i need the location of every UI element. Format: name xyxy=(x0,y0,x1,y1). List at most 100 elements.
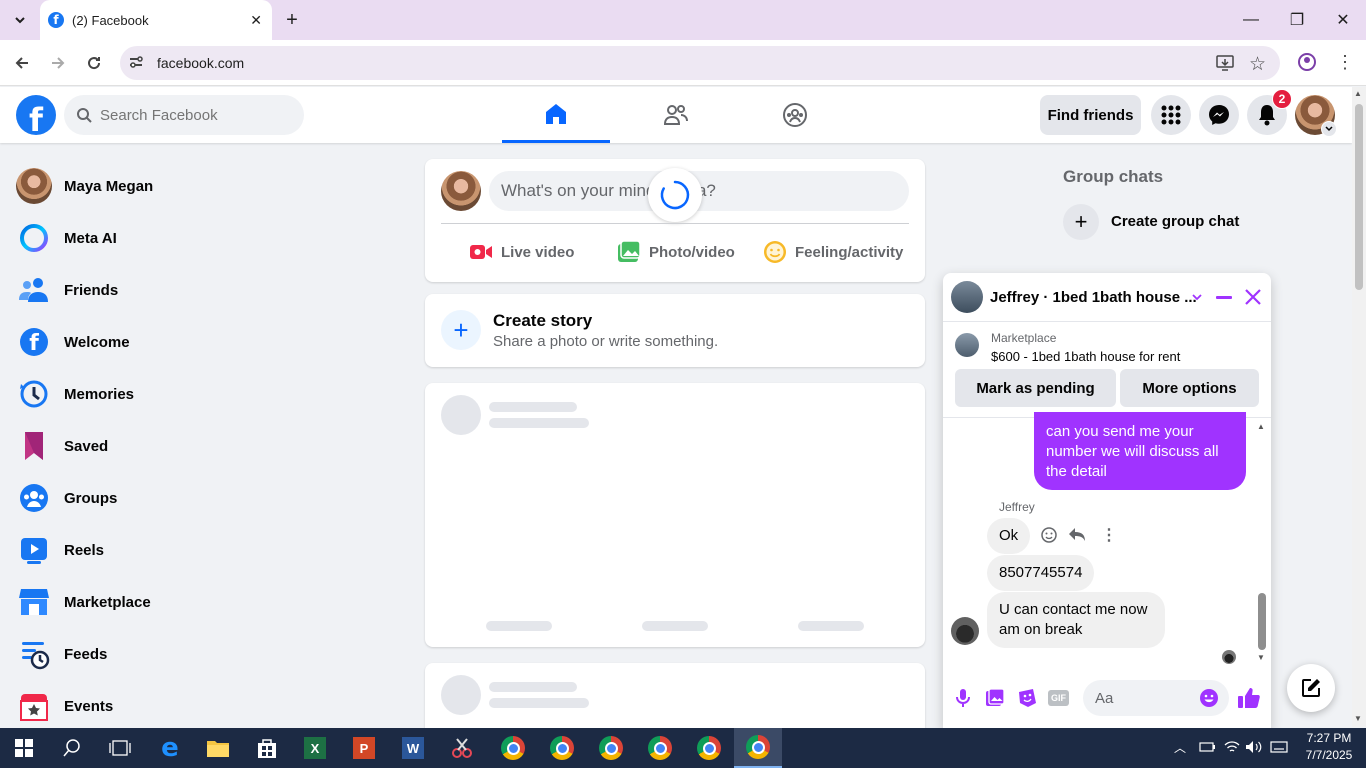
listing-title[interactable]: $600 - 1bed 1bath house for rent xyxy=(991,349,1180,364)
sidebar-item-groups[interactable]: Groups xyxy=(16,472,396,524)
reply-icon[interactable] xyxy=(1068,527,1086,548)
microphone-icon[interactable] xyxy=(955,688,971,713)
sidebar-item-marketplace[interactable]: Marketplace xyxy=(16,576,396,628)
tab-search-chevron-icon[interactable] xyxy=(5,5,35,35)
battery-icon[interactable] xyxy=(1199,740,1217,759)
show-hidden-icons-icon[interactable]: ︿ xyxy=(1174,739,1186,756)
account-chevron-icon[interactable] xyxy=(1321,121,1337,137)
mark-as-pending-button[interactable]: Mark as pending xyxy=(955,369,1116,407)
tab-close-icon[interactable]: ✕ xyxy=(250,12,262,29)
facebook-logo[interactable]: f xyxy=(16,95,56,135)
chat-scroll-up-icon[interactable]: ▲ xyxy=(1257,422,1265,431)
profile-icon[interactable] xyxy=(1297,52,1317,77)
new-message-button[interactable] xyxy=(1287,664,1335,712)
chat-scroll-down-icon[interactable]: ▼ xyxy=(1257,653,1265,662)
create-group-chat-button[interactable]: Create group chat xyxy=(1111,213,1239,230)
search-input[interactable] xyxy=(100,106,280,124)
composer-avatar[interactable] xyxy=(441,171,481,211)
site-info-icon[interactable] xyxy=(128,54,144,75)
word-icon[interactable]: W xyxy=(389,728,437,768)
close-chat-icon[interactable] xyxy=(1243,287,1263,312)
create-group-chat-plus-icon[interactable]: + xyxy=(1063,204,1099,240)
snipping-tool-icon[interactable] xyxy=(438,728,486,768)
edge-browser-icon[interactable]: e xyxy=(146,728,194,768)
sender-avatar[interactable] xyxy=(951,617,979,645)
back-arrow-icon[interactable] xyxy=(7,48,37,78)
sidebar-item-reels[interactable]: Reels xyxy=(16,524,396,576)
feeling-activity-button[interactable]: Feeling/activity xyxy=(763,238,903,266)
sidebar-item-welcome[interactable]: f Welcome xyxy=(16,316,396,368)
file-explorer-icon[interactable] xyxy=(194,728,242,768)
search-box[interactable] xyxy=(64,95,304,135)
sidebar-item-feeds[interactable]: Feeds xyxy=(16,628,396,680)
taskbar-search-icon[interactable] xyxy=(48,728,96,768)
sticker-icon[interactable] xyxy=(1017,688,1037,713)
wifi-icon[interactable] xyxy=(1224,740,1240,759)
messenger-button[interactable] xyxy=(1199,95,1239,135)
skeleton-avatar xyxy=(441,395,481,435)
chat-title[interactable]: Jeffrey · 1bed 1bath house ... xyxy=(990,289,1197,306)
sidebar-item-saved[interactable]: Saved xyxy=(16,420,396,472)
message-more-icon[interactable]: ⋮ xyxy=(1101,525,1117,545)
bookmark-star-icon[interactable]: ☆ xyxy=(1249,53,1266,76)
menu-grid-button[interactable] xyxy=(1151,95,1191,135)
sidebar-item-memories[interactable]: Memories xyxy=(16,368,396,420)
gallery-icon[interactable] xyxy=(985,688,1005,713)
install-app-icon[interactable] xyxy=(1216,54,1234,77)
message-outgoing[interactable]: can you send me your number we will disc… xyxy=(1034,412,1246,490)
thumbs-up-icon[interactable] xyxy=(1237,686,1261,715)
task-view-icon[interactable] xyxy=(96,728,144,768)
reload-icon[interactable] xyxy=(79,48,109,78)
more-options-button[interactable]: More options xyxy=(1120,369,1259,407)
browser-menu-icon[interactable]: ⋮ xyxy=(1336,52,1354,73)
address-bar[interactable]: facebook.com xyxy=(120,46,1280,80)
sidebar-item-events[interactable]: Events xyxy=(16,680,396,732)
reels-icon xyxy=(16,532,52,568)
message-incoming[interactable]: Ok xyxy=(987,518,1031,554)
live-video-button[interactable]: Live video xyxy=(469,238,574,266)
volume-icon[interactable] xyxy=(1245,740,1263,759)
chrome-profile-4-icon[interactable] xyxy=(636,728,684,768)
minimize-window-icon[interactable]: — xyxy=(1228,0,1274,40)
tab-title: (2) Facebook xyxy=(72,12,149,28)
chat-avatar[interactable] xyxy=(951,281,983,313)
gif-icon[interactable]: GIF xyxy=(1048,690,1069,706)
excel-icon[interactable]: X xyxy=(291,728,339,768)
sidebar-item-meta-ai[interactable]: Meta AI xyxy=(16,212,396,264)
chrome-profile-1-icon[interactable] xyxy=(489,728,537,768)
microsoft-store-icon[interactable] xyxy=(243,728,291,768)
nav-friends-tab[interactable] xyxy=(622,87,730,143)
live-video-icon xyxy=(470,245,492,259)
browser-tab[interactable]: f (2) Facebook ✕ xyxy=(40,0,272,40)
chat-scrollbar-thumb[interactable] xyxy=(1258,593,1266,650)
forward-arrow-icon[interactable] xyxy=(43,48,73,78)
sidebar-item-friends[interactable]: Friends xyxy=(16,264,396,316)
nav-groups-tab[interactable] xyxy=(741,87,849,143)
sidebar-item-profile[interactable]: Maya Megan xyxy=(16,160,396,212)
skeleton-line xyxy=(489,682,577,692)
scroll-down-icon[interactable]: ▼ xyxy=(1354,714,1362,723)
message-incoming[interactable]: 8507745574 xyxy=(987,555,1095,591)
listing-thumbnail[interactable] xyxy=(955,333,979,357)
keyboard-icon[interactable] xyxy=(1270,740,1288,759)
find-friends-button[interactable]: Find friends xyxy=(1040,95,1141,135)
chrome-profile-active-icon[interactable] xyxy=(734,728,782,768)
emoji-icon[interactable] xyxy=(1199,688,1219,713)
close-window-icon[interactable]: ✕ xyxy=(1320,0,1366,40)
nav-home-tab[interactable] xyxy=(502,87,610,143)
minimize-chat-icon[interactable] xyxy=(1216,296,1232,299)
message-incoming[interactable]: U can contact me now am on break xyxy=(987,592,1165,648)
photo-video-button[interactable]: Photo/video xyxy=(617,238,735,266)
chat-options-chevron-icon[interactable] xyxy=(1190,290,1204,309)
new-tab-button[interactable]: + xyxy=(280,8,304,32)
chrome-profile-5-icon[interactable] xyxy=(685,728,733,768)
chrome-profile-2-icon[interactable] xyxy=(538,728,586,768)
react-icon[interactable] xyxy=(1040,526,1058,549)
chrome-profile-3-icon[interactable] xyxy=(587,728,635,768)
powerpoint-icon[interactable]: P xyxy=(340,728,388,768)
page-scrollbar-thumb[interactable] xyxy=(1355,104,1363,290)
taskbar-clock[interactable]: 7:27 PM 7/7/2025 xyxy=(1298,730,1360,764)
scroll-up-icon[interactable]: ▲ xyxy=(1354,89,1362,98)
restore-window-icon[interactable]: ❐ xyxy=(1274,0,1320,40)
windows-start-icon[interactable] xyxy=(0,728,48,768)
